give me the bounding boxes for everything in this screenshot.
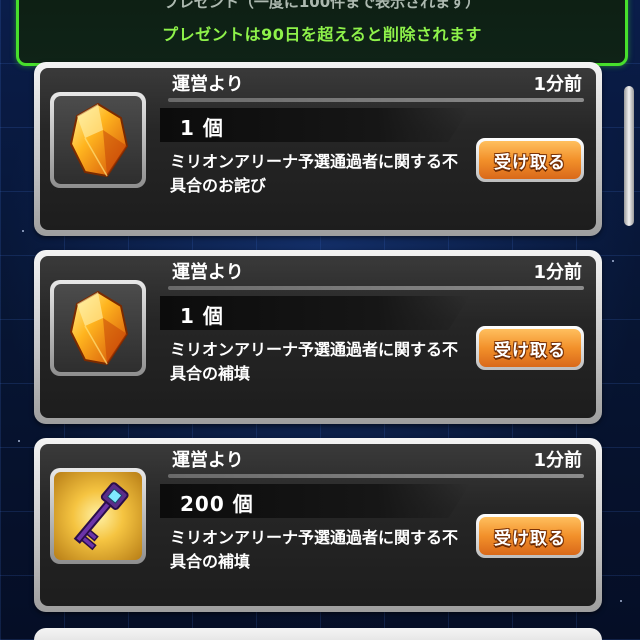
item-frame — [50, 92, 146, 188]
divider — [168, 98, 584, 102]
item-frame — [50, 468, 146, 564]
description-text: ミリオンアリーナ予選通過者に関する不具合の補填 — [170, 340, 459, 383]
receive-button[interactable]: 受け取る — [476, 326, 584, 370]
star — [22, 230, 24, 232]
receive-button[interactable]: 受け取る — [476, 138, 584, 182]
dragon-stone-icon — [54, 284, 142, 372]
time-label: 1分前 — [533, 74, 582, 95]
description-text: ミリオンアリーナ予選通過者に関する不具合の補填 — [170, 528, 459, 571]
receive-button-label: 受け取る — [479, 329, 581, 367]
receive-button-label: 受け取る — [479, 141, 581, 179]
notice-top-text: プレゼント（一度に100件まで表示されます） — [163, 0, 481, 11]
scrollbar[interactable] — [624, 86, 634, 226]
present-card-partial — [34, 628, 602, 640]
star — [620, 600, 622, 602]
receive-button[interactable]: 受け取る — [476, 514, 584, 558]
notice-text: プレゼントは90日を超えると削除されます — [162, 25, 482, 44]
sender-label: 運営より — [172, 262, 244, 283]
item-frame — [50, 280, 146, 376]
present-card: 運営より 1分前 1 個 ミリオンアリーナ予選通過者に関する不具合の補填 受け取… — [34, 250, 602, 424]
sender-label: 運営より — [172, 450, 244, 471]
sender-label: 運営より — [172, 74, 244, 95]
time-label: 1分前 — [533, 262, 582, 283]
description-text: ミリオンアリーナ予選通過者に関する不具合のお詫び — [170, 152, 459, 195]
dragon-stone-icon — [54, 96, 142, 184]
quantity-label: 200 個 — [180, 492, 254, 516]
receive-button-label: 受け取る — [479, 517, 581, 555]
star — [612, 260, 614, 262]
star — [18, 440, 20, 442]
purple-key-icon — [54, 472, 142, 560]
present-card: 運営より 1分前 1 個 ミリオンアリーナ予選通過者に関する不具合のお詫び 受け… — [34, 62, 602, 236]
quantity-label: 1 個 — [180, 116, 224, 140]
divider — [168, 286, 584, 290]
divider — [168, 474, 584, 478]
notice-banner: プレゼント（一度に100件まで表示されます） プレゼントは90日を超えると削除さ… — [16, 0, 628, 66]
present-card: 運営より 1分前 200 個 ミリオンアリーナ予選通過者に関する不具合の補填 受… — [34, 438, 602, 612]
time-label: 1分前 — [533, 450, 582, 471]
quantity-label: 1 個 — [180, 304, 224, 328]
